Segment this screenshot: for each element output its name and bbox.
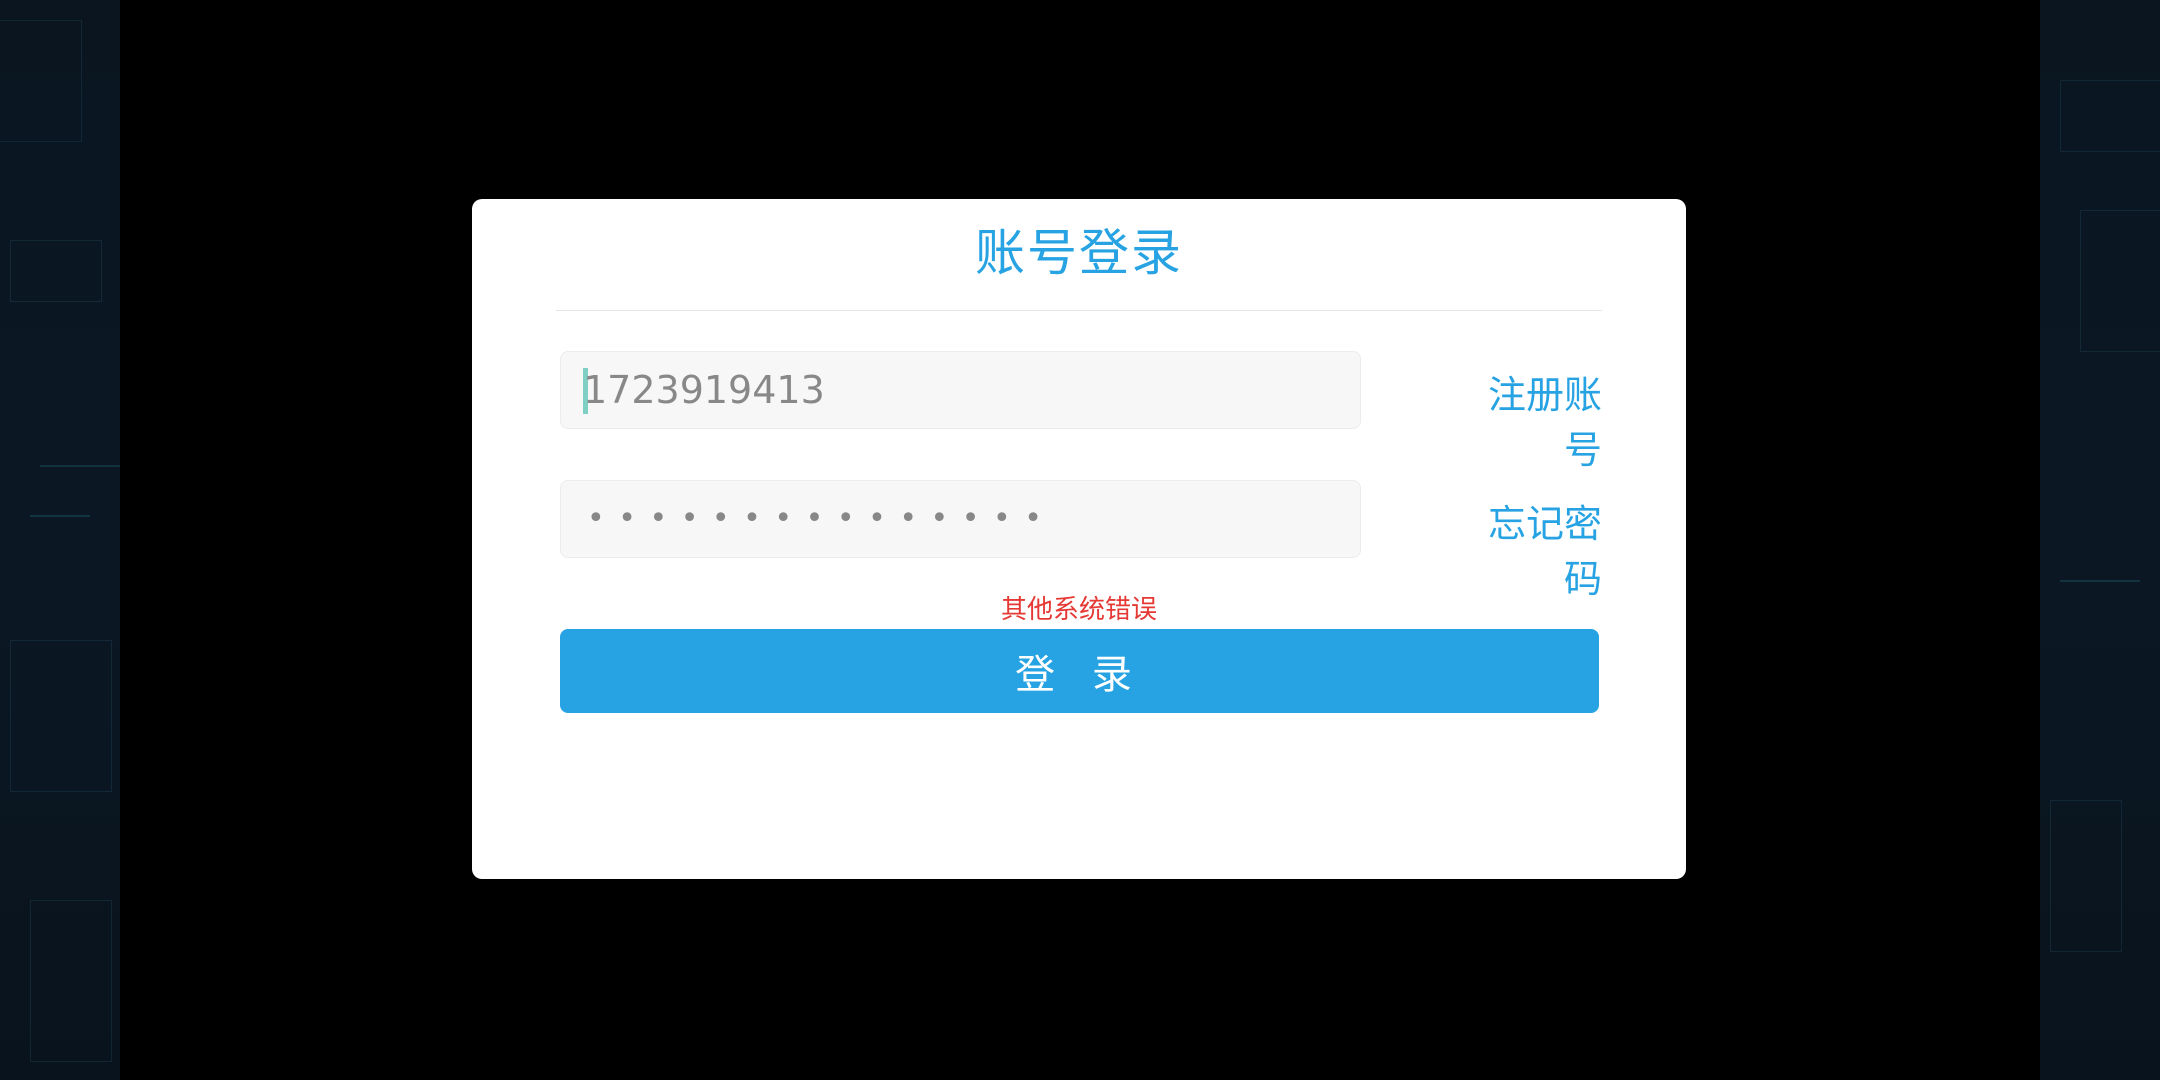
screen: 账号登录 注册账号 • • • • • • • • • • • • • • • …: [0, 0, 2160, 1080]
password-input[interactable]: • • • • • • • • • • • • • • •: [587, 481, 1044, 557]
decor-frame: [2060, 80, 2160, 152]
decor-frame: [2050, 800, 2122, 952]
account-input[interactable]: [583, 352, 1343, 428]
forgot-password-link[interactable]: 忘记密码: [1452, 493, 1602, 603]
account-input-container: [560, 351, 1361, 429]
login-button[interactable]: 登 录: [560, 629, 1599, 713]
decor-line: [2060, 580, 2140, 582]
dialog-title: 账号登录: [975, 224, 1183, 282]
register-account-link[interactable]: 注册账号: [1452, 364, 1602, 474]
background-left-panel: [0, 0, 120, 1080]
title-divider: [556, 310, 1602, 311]
decor-line: [40, 465, 120, 467]
decor-frame: [30, 900, 112, 1062]
background-right-panel: [2040, 0, 2160, 1080]
login-dialog: 账号登录 注册账号 • • • • • • • • • • • • • • • …: [472, 199, 1686, 879]
decor-line: [30, 515, 90, 517]
decor-frame: [10, 240, 102, 302]
decor-frame: [2080, 210, 2160, 352]
password-input-container[interactable]: • • • • • • • • • • • • • • •: [560, 480, 1361, 558]
decor-frame: [0, 20, 82, 142]
decor-frame: [10, 640, 112, 792]
error-message: 其他系统错误: [1000, 595, 1157, 625]
